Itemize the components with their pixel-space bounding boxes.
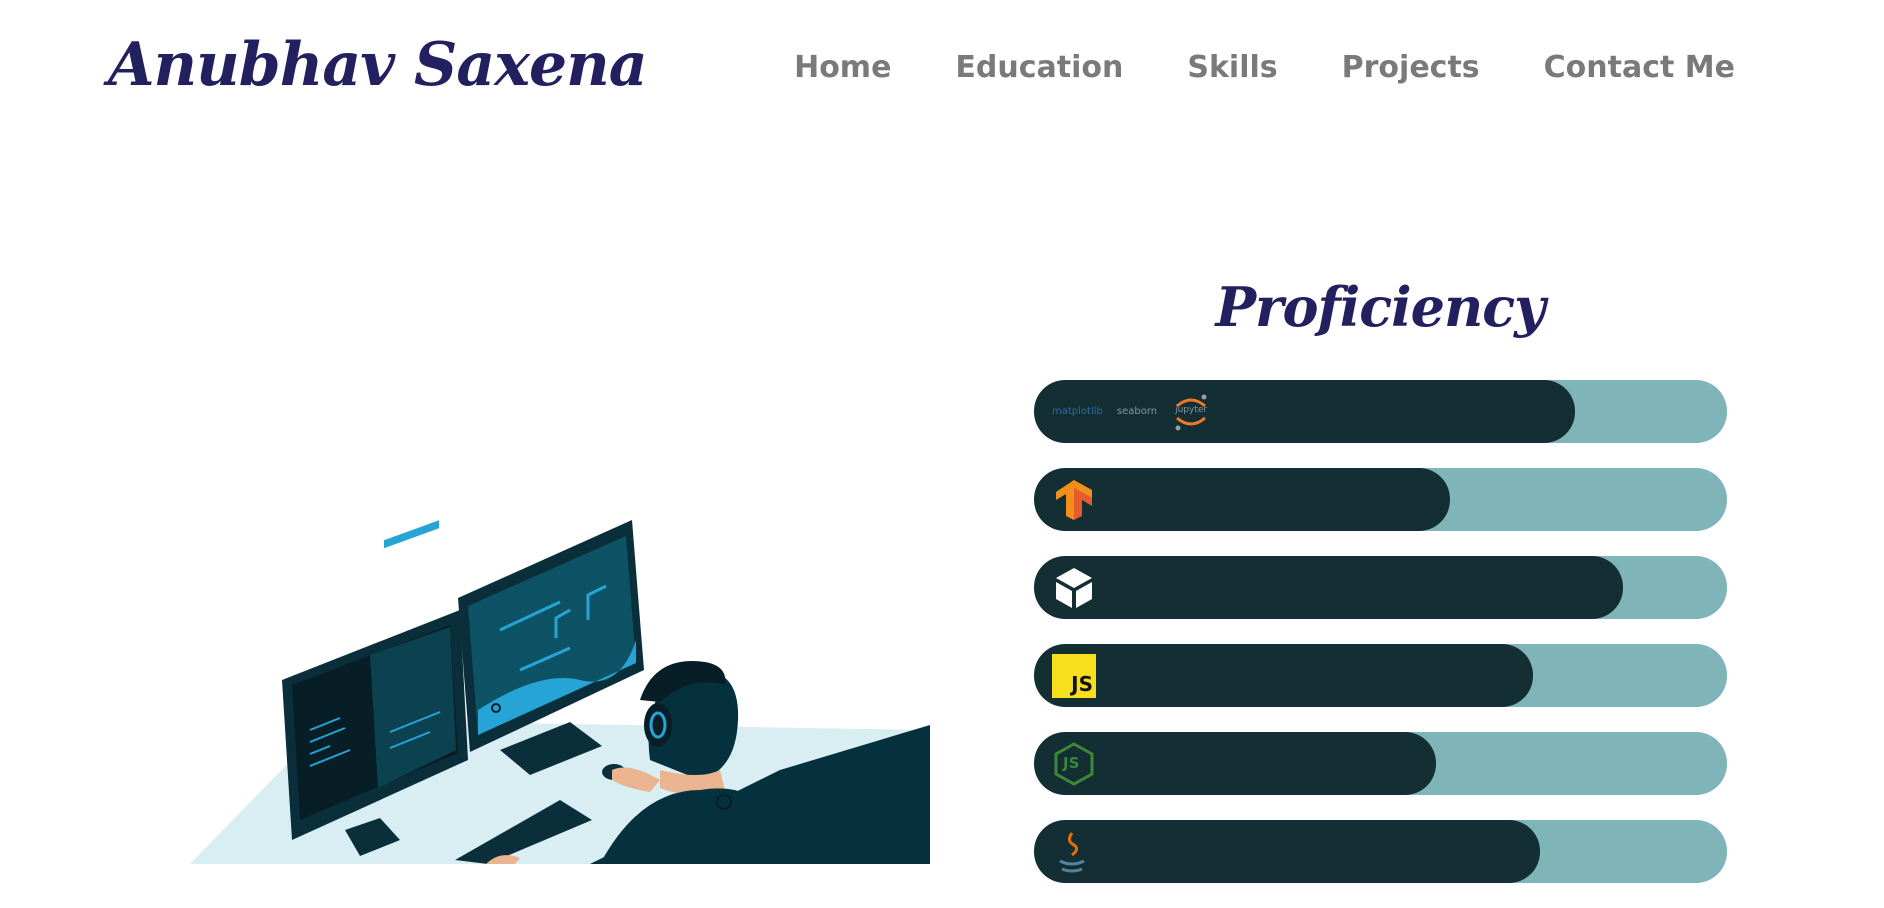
proficiency-bars: matplotlib seaborn jupyter JS JS (1034, 380, 1727, 908)
proficiency-bar: JS (1034, 732, 1727, 795)
seaborn-icon: seaborn (1116, 406, 1158, 417)
proficiency-bar: JS (1034, 644, 1727, 707)
proficiency-bar-fill (1034, 468, 1450, 531)
proficiency-bar-fill (1034, 556, 1624, 619)
proficiency-bar (1034, 820, 1727, 883)
proficiency-bar-fill (1034, 820, 1540, 883)
developer-illustration (190, 520, 930, 864)
nodejs-icon: JS (1052, 741, 1096, 786)
matplotlib-icon: matplotlib (1052, 406, 1103, 417)
nav-projects-link[interactable]: Projects (1342, 50, 1480, 85)
site-logo[interactable]: Anubhav Saxena (108, 30, 648, 100)
tensorflow-icon (1056, 479, 1092, 520)
blender-cube-icon (1056, 567, 1092, 608)
jupyter-label: jupyter (1175, 404, 1208, 415)
javascript-icon: JS (1052, 653, 1096, 698)
proficiency-bar (1034, 468, 1727, 531)
nav-skills-link[interactable]: Skills (1187, 50, 1277, 85)
nav-contact-link[interactable]: Contact Me (1544, 50, 1735, 85)
proficiency-bar: matplotlib seaborn jupyter (1034, 380, 1727, 443)
main-nav: Home Education Skills Projects Contact M… (730, 50, 1735, 85)
nav-home-link[interactable]: Home (794, 50, 891, 85)
proficiency-bar-fill (1034, 644, 1533, 707)
jupyter-icon: jupyter (1171, 392, 1211, 432)
proficiency-title: Proficiency (1215, 275, 1545, 339)
proficiency-bar (1034, 556, 1727, 619)
nav-education-link[interactable]: Education (955, 50, 1123, 85)
java-icon (1059, 831, 1085, 872)
